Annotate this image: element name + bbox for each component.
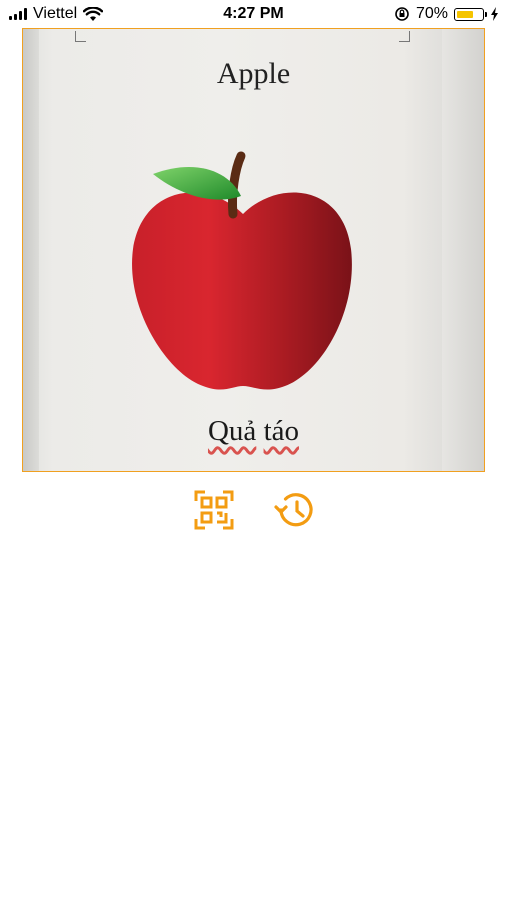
orientation-lock-icon (395, 7, 409, 21)
card-caption: Quả táo (23, 415, 484, 448)
history-icon (274, 493, 313, 527)
paper-edge-right (442, 29, 484, 471)
charging-bolt-icon (491, 7, 498, 21)
apple-illustration (132, 151, 352, 390)
crop-corner-top-right (399, 31, 410, 42)
card-title: Apple (216, 57, 291, 90)
action-bar (0, 488, 507, 536)
status-bar: Viettel 4:27 PM 70% (0, 0, 507, 30)
caption-word-2: táo (263, 415, 299, 447)
battery-percent: 70% (415, 5, 448, 22)
paper-edge-left (23, 29, 39, 471)
history-button[interactable] (273, 488, 317, 532)
battery-fill (457, 10, 474, 18)
scan-button[interactable] (192, 488, 236, 532)
crop-corner-top-left (75, 31, 86, 42)
battery-icon (454, 7, 487, 21)
camera-scan-frame[interactable]: Apple Quả táo (22, 28, 485, 472)
qr-scan-icon (194, 490, 234, 530)
caption-word-1: Quả (207, 415, 257, 447)
status-right: 70% (394, 5, 499, 23)
